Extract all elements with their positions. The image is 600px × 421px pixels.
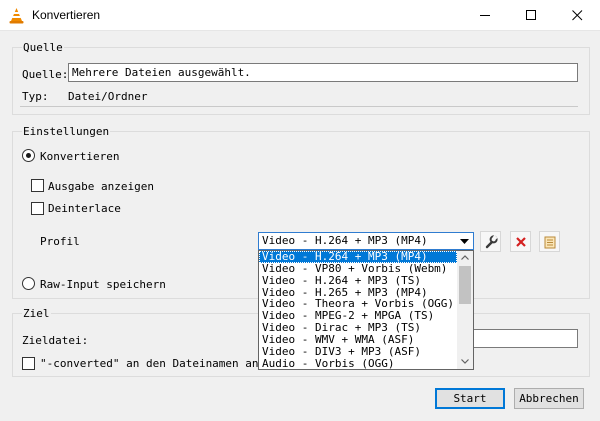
raw-input-label[interactable]: Raw-Input speichern — [40, 278, 166, 291]
show-output-label[interactable]: Ausgabe anzeigen — [48, 180, 154, 193]
cancel-button[interactable]: Abbrechen — [514, 388, 584, 409]
type-label: Typ: — [22, 90, 49, 103]
close-button[interactable] — [554, 0, 600, 31]
convert-radio-dot — [26, 153, 31, 158]
profile-option[interactable]: Video - Dirac + MP3 (TS) — [259, 322, 457, 334]
scroll-up-button[interactable] — [457, 251, 473, 265]
target-file-label: Zieldatei: — [22, 334, 89, 347]
profile-option[interactable]: Video - MPEG-2 + MPGA (TS) — [259, 310, 457, 322]
source-field-label: Quelle: — [22, 68, 69, 81]
append-suffix-checkbox[interactable] — [22, 357, 35, 370]
profile-option[interactable]: Video - H.265 + MP3 (MP4) — [259, 287, 457, 299]
window-title: Konvertieren — [32, 8, 101, 22]
wrench-icon — [485, 235, 498, 249]
source-group-label: Quelle — [22, 41, 64, 54]
profile-option[interactable]: Video - H.264 + MP3 (TS) — [259, 275, 457, 287]
target-file-input[interactable] — [470, 329, 578, 348]
start-button[interactable]: Start — [435, 388, 505, 409]
deinterlace-checkbox[interactable] — [31, 202, 44, 215]
maximize-button[interactable] — [508, 0, 554, 31]
settings-group-label: Einstellungen — [22, 125, 111, 138]
profile-option[interactable]: Video - DIV3 + MP3 (ASF) — [259, 346, 457, 358]
chevron-down-icon — [461, 359, 469, 364]
vlc-cone-icon — [9, 8, 24, 24]
deinterlace-label[interactable]: Deinterlace — [48, 202, 121, 215]
convert-radio[interactable] — [22, 149, 35, 162]
dropdown-scrollbar[interactable] — [457, 251, 473, 369]
profile-label: Profil — [40, 235, 80, 248]
new-profile-icon — [544, 236, 556, 249]
scroll-down-button[interactable] — [457, 355, 473, 369]
delete-profile-button[interactable] — [510, 231, 531, 252]
close-icon — [572, 10, 583, 21]
profile-dropdown-list[interactable]: Video - H.264 + MP3 (MP4) Video - VP80 +… — [258, 250, 474, 370]
scrollbar-thumb[interactable] — [459, 266, 471, 304]
chevron-up-icon — [461, 255, 469, 260]
profile-option[interactable]: Video - WMV + WMA (ASF) — [259, 334, 457, 346]
type-value: Datei/Ordner — [68, 90, 148, 103]
profile-option[interactable]: Video - VP80 + Vorbis (Webm) — [259, 263, 457, 275]
maximize-icon — [526, 10, 536, 20]
source-input[interactable]: Mehrere Dateien ausgewählt. — [68, 63, 578, 82]
minimize-icon — [480, 15, 490, 16]
profile-selected-value: Video - H.264 + MP3 (MP4) — [262, 234, 428, 247]
profile-option[interactable]: Audio - Vorbis (OGG) — [259, 358, 457, 369]
title-bar: Konvertieren — [0, 0, 600, 31]
minimize-button[interactable] — [462, 0, 508, 31]
new-profile-button[interactable] — [539, 231, 560, 252]
append-suffix-label[interactable]: "-converted" an den Dateinamen anhäng — [40, 357, 258, 370]
chevron-down-icon — [460, 239, 469, 244]
profile-option[interactable]: Video - Theora + Vorbis (OGG) — [259, 298, 457, 310]
profile-select[interactable]: Video - H.264 + MP3 (MP4) — [258, 232, 474, 250]
convert-label[interactable]: Konvertieren — [40, 150, 119, 163]
target-group-label: Ziel — [22, 307, 51, 320]
delete-icon — [516, 237, 526, 247]
profile-option[interactable]: Video - H.264 + MP3 (MP4) — [259, 251, 457, 263]
source-divider — [20, 106, 578, 107]
edit-profile-button[interactable] — [480, 231, 501, 252]
profile-options: Video - H.264 + MP3 (MP4) Video - VP80 +… — [259, 251, 457, 369]
raw-input-radio[interactable] — [22, 277, 35, 290]
show-output-checkbox[interactable] — [31, 179, 44, 192]
